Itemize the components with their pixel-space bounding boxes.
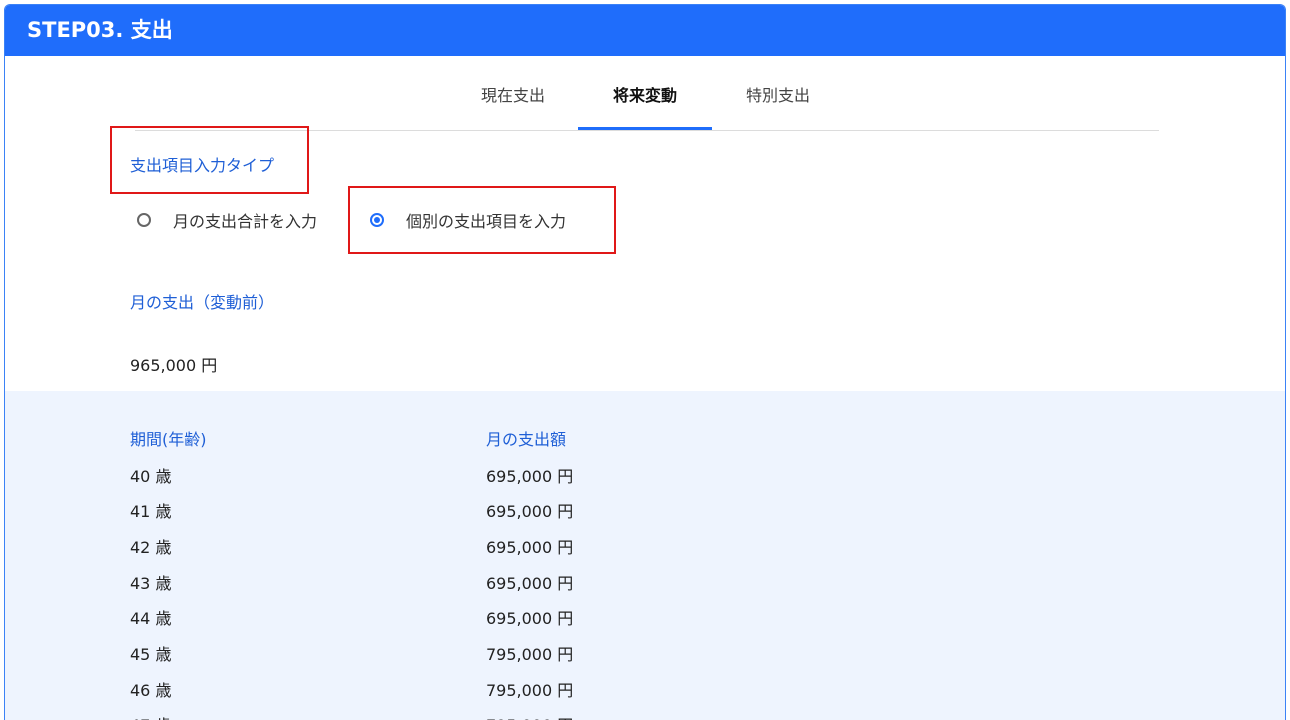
age-cell: 46 歳 [130,681,172,700]
age-cell: 45 歳 [130,645,172,664]
table-row: 46 歳 795,000 円 [5,677,1285,712]
table-row: 43 歳 695,000 円 [5,570,1285,605]
column-header-amount: 月の支出額 [486,430,567,449]
radio-monthly-total[interactable]: 月の支出合計を入力 [137,208,317,232]
table-row: 40 歳 695,000 円 [5,463,1285,498]
monthly-before-value: 965,000 円 [130,356,218,375]
tab-special-expense[interactable]: 特別支出 [728,56,828,130]
highlight-box-individual-items [348,186,616,254]
table-row: 42 歳 695,000 円 [5,534,1285,569]
radio-unchecked-icon [137,213,151,227]
table-row: 41 歳 695,000 円 [5,498,1285,533]
amount-cell: 795,000 円 [486,681,574,700]
table-row: 47 歳 795,000 円 [5,712,1285,720]
amount-cell: 695,000 円 [486,574,574,593]
age-cell: 47 歳 [130,712,171,720]
radio-monthly-total-label: 月の支出合計を入力 [173,212,318,231]
age-cell: 44 歳 [130,609,172,628]
column-header-period: 期間(年齢) [130,430,207,449]
future-change-table: 期間(年齢) 月の支出額 40 歳 695,000 円 41 歳 695,000… [5,391,1285,720]
amount-cell: 695,000 円 [486,538,574,557]
step-header: STEP03. 支出 [5,5,1285,56]
tab-bar: 現在支出 将来変動 特別支出 [135,56,1159,131]
tab-future-change[interactable]: 将来変動 [578,56,712,130]
highlight-box-input-type [110,126,309,194]
amount-cell: 795,000 円 [486,712,573,720]
age-cell: 43 歳 [130,574,172,593]
tab-current-expense[interactable]: 現在支出 [463,56,563,130]
amount-cell: 795,000 円 [486,645,574,664]
amount-cell: 695,000 円 [486,502,574,521]
table-row: 44 歳 695,000 円 [5,605,1285,640]
amount-cell: 695,000 円 [486,609,574,628]
table-row: 45 歳 795,000 円 [5,641,1285,676]
age-cell: 40 歳 [130,467,172,486]
age-cell: 41 歳 [130,502,172,521]
age-cell: 42 歳 [130,538,172,557]
monthly-before-label: 月の支出（変動前） [130,293,275,312]
amount-cell: 695,000 円 [486,467,574,486]
step-panel: STEP03. 支出 現在支出 将来変動 特別支出 支出項目入力タイプ 月の支出… [4,4,1286,720]
